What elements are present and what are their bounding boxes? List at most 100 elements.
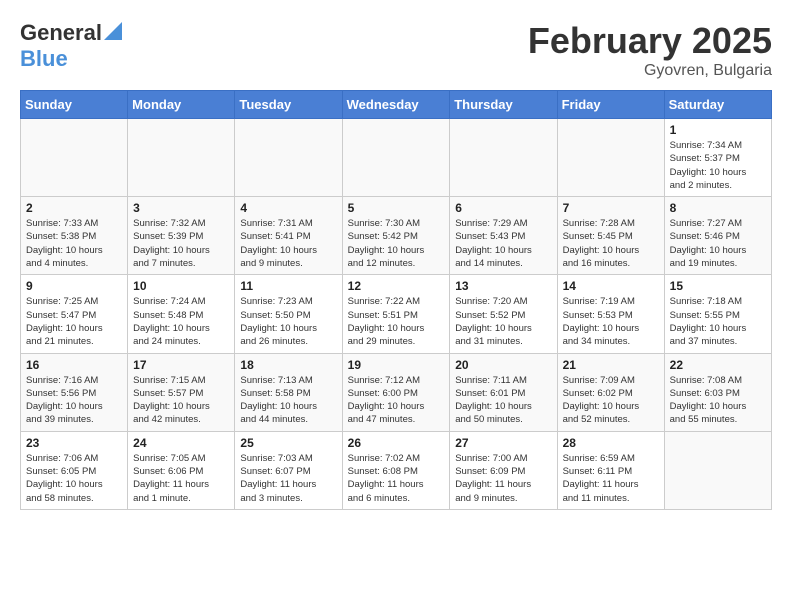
calendar-cell: 6Sunrise: 7:29 AMSunset: 5:43 PMDaylight…	[450, 197, 557, 275]
day-number: 17	[133, 358, 229, 372]
calendar-cell	[664, 431, 771, 509]
day-info: Sunrise: 7:00 AMSunset: 6:09 PMDaylight:…	[455, 452, 551, 505]
logo-text: General Blue	[20, 20, 122, 72]
weekday-header-monday: Monday	[128, 91, 235, 119]
week-row-1: 1 Sunrise: 7:34 AMSunset: 5:37 PMDaylight…	[21, 119, 772, 197]
calendar: SundayMondayTuesdayWednesdayThursdayFrid…	[20, 90, 772, 510]
header: General Blue February 2025 Gyovren, Bulg…	[20, 20, 772, 80]
calendar-cell	[235, 119, 342, 197]
day-number: 22	[670, 358, 766, 372]
day-info: Sunrise: 7:09 AMSunset: 6:02 PMDaylight:…	[563, 374, 659, 427]
calendar-cell: 26 Sunrise: 7:02 AMSunset: 6:08 PMDayligh…	[342, 431, 450, 509]
calendar-cell: 12 Sunrise: 7:22 AMSunset: 5:51 PMDayligh…	[342, 275, 450, 353]
month-title: February 2025	[528, 20, 772, 62]
calendar-cell: 24 Sunrise: 7:05 AMSunset: 6:06 PMDayligh…	[128, 431, 235, 509]
calendar-cell: 1 Sunrise: 7:34 AMSunset: 5:37 PMDaylight…	[664, 119, 771, 197]
calendar-cell: 10Sunrise: 7:24 AMSunset: 5:48 PMDayligh…	[128, 275, 235, 353]
logo: General Blue	[20, 20, 122, 72]
day-info: Sunrise: 7:08 AMSunset: 6:03 PMDaylight:…	[670, 374, 766, 427]
calendar-cell	[128, 119, 235, 197]
day-info: Sunrise: 7:03 AMSunset: 6:07 PMDaylight:…	[240, 452, 336, 505]
week-row-4: 16Sunrise: 7:16 AMSunset: 5:56 PMDayligh…	[21, 353, 772, 431]
day-number: 27	[455, 436, 551, 450]
day-number: 19	[348, 358, 445, 372]
day-number: 15	[670, 279, 766, 293]
calendar-cell: 9Sunrise: 7:25 AMSunset: 5:47 PMDaylight…	[21, 275, 128, 353]
calendar-cell: 19 Sunrise: 7:12 AMSunset: 6:00 PMDayligh…	[342, 353, 450, 431]
day-info: Sunrise: 7:34 AMSunset: 5:37 PMDaylight:…	[670, 139, 766, 192]
title-section: February 2025 Gyovren, Bulgaria	[528, 20, 772, 80]
day-number: 26	[348, 436, 445, 450]
calendar-cell: 14 Sunrise: 7:19 AMSunset: 5:53 PMDayligh…	[557, 275, 664, 353]
calendar-cell: 15 Sunrise: 7:18 AMSunset: 5:55 PMDayligh…	[664, 275, 771, 353]
day-info: Sunrise: 7:28 AMSunset: 5:45 PMDaylight:…	[563, 217, 659, 270]
day-info: Sunrise: 7:22 AMSunset: 5:51 PMDaylight:…	[348, 295, 445, 348]
calendar-cell: 11 Sunrise: 7:23 AMSunset: 5:50 PMDayligh…	[235, 275, 342, 353]
calendar-cell: 20 Sunrise: 7:11 AMSunset: 6:01 PMDayligh…	[450, 353, 557, 431]
calendar-cell: 5 Sunrise: 7:30 AMSunset: 5:42 PMDaylight…	[342, 197, 450, 275]
day-number: 9	[26, 279, 122, 293]
day-info: Sunrise: 6:59 AMSunset: 6:11 PMDaylight:…	[563, 452, 659, 505]
calendar-cell	[342, 119, 450, 197]
day-number: 20	[455, 358, 551, 372]
day-info: Sunrise: 7:30 AMSunset: 5:42 PMDaylight:…	[348, 217, 445, 270]
day-number: 7	[563, 201, 659, 215]
day-number: 6	[455, 201, 551, 215]
weekday-header-saturday: Saturday	[664, 91, 771, 119]
day-info: Sunrise: 7:18 AMSunset: 5:55 PMDaylight:…	[670, 295, 766, 348]
calendar-cell: 4 Sunrise: 7:31 AMSunset: 5:41 PMDaylight…	[235, 197, 342, 275]
day-info: Sunrise: 7:12 AMSunset: 6:00 PMDaylight:…	[348, 374, 445, 427]
calendar-cell: 2 Sunrise: 7:33 AMSunset: 5:38 PMDaylight…	[21, 197, 128, 275]
calendar-cell: 3 Sunrise: 7:32 AMSunset: 5:39 PMDaylight…	[128, 197, 235, 275]
calendar-cell: 7 Sunrise: 7:28 AMSunset: 5:45 PMDaylight…	[557, 197, 664, 275]
calendar-cell: 28 Sunrise: 6:59 AMSunset: 6:11 PMDayligh…	[557, 431, 664, 509]
calendar-cell: 17 Sunrise: 7:15 AMSunset: 5:57 PMDayligh…	[128, 353, 235, 431]
day-number: 12	[348, 279, 445, 293]
day-number: 23	[26, 436, 122, 450]
week-row-3: 9Sunrise: 7:25 AMSunset: 5:47 PMDaylight…	[21, 275, 772, 353]
calendar-cell: 23Sunrise: 7:06 AMSunset: 6:05 PMDayligh…	[21, 431, 128, 509]
day-info: Sunrise: 7:13 AMSunset: 5:58 PMDaylight:…	[240, 374, 336, 427]
weekday-header-tuesday: Tuesday	[235, 91, 342, 119]
day-number: 5	[348, 201, 445, 215]
calendar-cell: 8 Sunrise: 7:27 AMSunset: 5:46 PMDaylight…	[664, 197, 771, 275]
day-number: 4	[240, 201, 336, 215]
calendar-cell: 21Sunrise: 7:09 AMSunset: 6:02 PMDayligh…	[557, 353, 664, 431]
week-row-2: 2 Sunrise: 7:33 AMSunset: 5:38 PMDaylight…	[21, 197, 772, 275]
day-info: Sunrise: 7:15 AMSunset: 5:57 PMDaylight:…	[133, 374, 229, 427]
day-info: Sunrise: 7:33 AMSunset: 5:38 PMDaylight:…	[26, 217, 122, 270]
day-info: Sunrise: 7:19 AMSunset: 5:53 PMDaylight:…	[563, 295, 659, 348]
day-number: 16	[26, 358, 122, 372]
day-info: Sunrise: 7:05 AMSunset: 6:06 PMDaylight:…	[133, 452, 229, 505]
day-info: Sunrise: 7:11 AMSunset: 6:01 PMDaylight:…	[455, 374, 551, 427]
day-number: 28	[563, 436, 659, 450]
day-info: Sunrise: 7:32 AMSunset: 5:39 PMDaylight:…	[133, 217, 229, 270]
calendar-cell: 22 Sunrise: 7:08 AMSunset: 6:03 PMDayligh…	[664, 353, 771, 431]
day-number: 14	[563, 279, 659, 293]
day-number: 1	[670, 123, 766, 137]
day-info: Sunrise: 7:20 AMSunset: 5:52 PMDaylight:…	[455, 295, 551, 348]
location-title: Gyovren, Bulgaria	[528, 62, 772, 80]
weekday-header-sunday: Sunday	[21, 91, 128, 119]
day-number: 24	[133, 436, 229, 450]
weekday-header-wednesday: Wednesday	[342, 91, 450, 119]
calendar-cell: 27 Sunrise: 7:00 AMSunset: 6:09 PMDayligh…	[450, 431, 557, 509]
weekday-header-row: SundayMondayTuesdayWednesdayThursdayFrid…	[21, 91, 772, 119]
calendar-cell: 16Sunrise: 7:16 AMSunset: 5:56 PMDayligh…	[21, 353, 128, 431]
calendar-cell: 25 Sunrise: 7:03 AMSunset: 6:07 PMDayligh…	[235, 431, 342, 509]
day-number: 25	[240, 436, 336, 450]
day-info: Sunrise: 7:02 AMSunset: 6:08 PMDaylight:…	[348, 452, 445, 505]
logo-icon	[104, 22, 122, 40]
day-number: 3	[133, 201, 229, 215]
day-number: 18	[240, 358, 336, 372]
day-info: Sunrise: 7:27 AMSunset: 5:46 PMDaylight:…	[670, 217, 766, 270]
day-info: Sunrise: 7:23 AMSunset: 5:50 PMDaylight:…	[240, 295, 336, 348]
day-number: 2	[26, 201, 122, 215]
day-number: 10	[133, 279, 229, 293]
day-info: Sunrise: 7:31 AMSunset: 5:41 PMDaylight:…	[240, 217, 336, 270]
weekday-header-thursday: Thursday	[450, 91, 557, 119]
day-number: 8	[670, 201, 766, 215]
day-number: 11	[240, 279, 336, 293]
day-number: 13	[455, 279, 551, 293]
weekday-header-friday: Friday	[557, 91, 664, 119]
